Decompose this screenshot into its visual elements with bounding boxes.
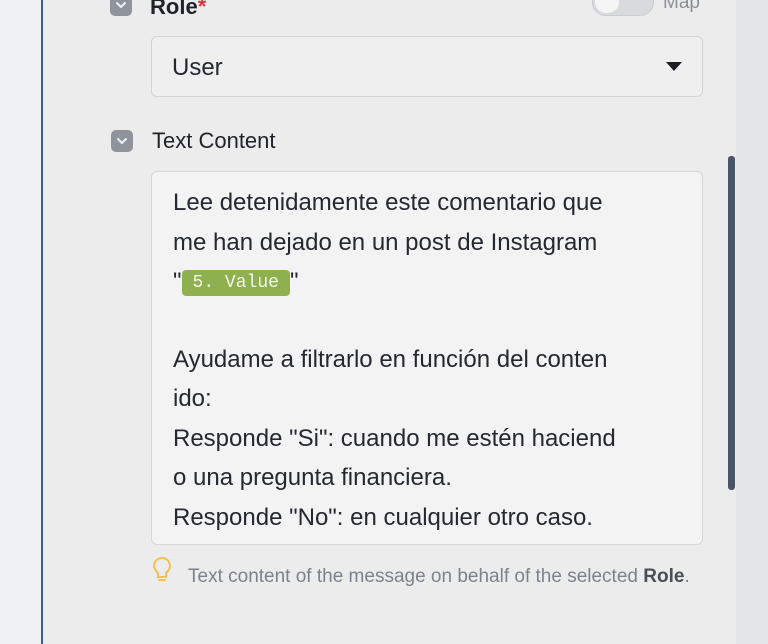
right-gutter: [736, 0, 768, 644]
map-toggle-label: Map: [663, 0, 700, 13]
hint-suffix: .: [684, 566, 690, 587]
text-content-label: Text Content: [152, 128, 276, 153]
caret-down-icon: [666, 62, 682, 71]
role-collapse-checkbox[interactable]: [110, 0, 132, 16]
text-line: Responde "No": en cualquier otro caso.: [173, 504, 593, 531]
required-marker: *: [197, 0, 207, 19]
text-line: o una pregunta financiera.: [173, 464, 452, 491]
text-content-collapse-checkbox[interactable]: [111, 130, 133, 152]
hint-bold: Role: [643, 566, 685, 587]
toggle-knob: [595, 0, 619, 13]
text-line: ido:: [173, 385, 212, 412]
text-line: Ayudame a filtrarlo en función del conte…: [173, 346, 608, 373]
quote-close: ": [289, 268, 299, 295]
text-line: me han dejado en un post de Instagram: [173, 229, 598, 256]
lightbulb-icon: [152, 556, 172, 581]
text-content-editor[interactable]: Lee detenidamente este comentario que me…: [151, 171, 703, 545]
role-select-value: User: [172, 54, 223, 81]
scrollbar-thumb[interactable]: [728, 156, 735, 490]
role-select[interactable]: User: [151, 36, 703, 97]
text-line: Lee detenidamente este comentario que: [173, 189, 603, 216]
chevron-down-icon: [116, 2, 126, 8]
field-hint: Text content of the message on behalf of…: [188, 562, 708, 592]
text-line: Responde "Si": cuando me estén haciend: [173, 425, 616, 452]
role-label-text: Role: [150, 0, 198, 19]
variable-chip[interactable]: 5. Value: [181, 270, 290, 296]
left-sidebar-edge: [0, 0, 42, 644]
role-label: Role*: [150, 0, 206, 20]
chevron-down-icon: [117, 138, 127, 144]
quote-open: ": [173, 268, 182, 295]
hint-text: Text content of the message on behalf of…: [188, 566, 644, 587]
variable-line: " 5. Value ": [173, 268, 298, 296]
map-toggle[interactable]: [592, 0, 654, 16]
